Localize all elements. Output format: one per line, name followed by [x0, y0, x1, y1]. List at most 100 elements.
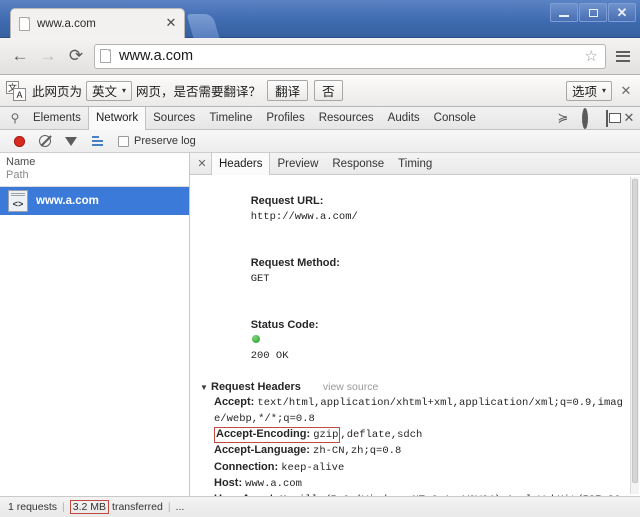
- reload-button[interactable]: ⟳: [62, 42, 90, 70]
- status-ok-icon: [251, 335, 260, 344]
- clear-icon: [39, 135, 51, 147]
- highlight-box: Accept-Encoding: gzip: [214, 427, 341, 444]
- header-request-url: Request URL: http://www.a.com/: [198, 179, 628, 241]
- browser-window: www.a.com ✕ ✕ ← → ⟳ www.a.com ☆ 文 A 此网页为…: [0, 0, 640, 517]
- tab-resources[interactable]: Resources: [312, 107, 381, 130]
- tab-elements[interactable]: Elements: [26, 107, 88, 130]
- detail-close-icon[interactable]: ✕: [193, 157, 211, 170]
- header-value: GET: [250, 273, 270, 286]
- gear-glyph: [582, 107, 588, 129]
- header-name: Status Code:: [250, 318, 319, 331]
- translate-close-icon[interactable]: ✕: [616, 83, 636, 99]
- maximize-button[interactable]: [579, 3, 607, 22]
- view-source-link[interactable]: view source: [323, 380, 378, 395]
- header-row: Accept-Encoding: gzip ,deflate,sdch: [198, 427, 628, 444]
- header-name: Request URL:: [250, 195, 324, 208]
- header-value: 200 OK: [250, 350, 289, 363]
- navigation-toolbar: ← → ⟳ www.a.com ☆: [0, 38, 640, 75]
- translate-prefix-text: 此网页为: [32, 85, 83, 99]
- headers-scrollbar[interactable]: [630, 177, 639, 494]
- dock-position-icon[interactable]: [596, 109, 618, 127]
- translate-options-label: 选项: [571, 85, 597, 99]
- tab-audits[interactable]: Audits: [381, 107, 427, 130]
- tab-close-icon[interactable]: ✕: [164, 16, 178, 31]
- request-list-row[interactable]: www.a.com: [0, 187, 189, 215]
- back-button[interactable]: ←: [6, 42, 34, 70]
- header-name: Host:: [214, 476, 243, 489]
- header-value-rest: ,deflate,sdch: [340, 429, 423, 442]
- section-title: Request Headers: [211, 380, 301, 393]
- chevron-down-icon: ▾: [122, 86, 127, 95]
- preserve-log-checkbox[interactable]: Preserve log: [118, 135, 196, 147]
- header-row: Connection: keep-alive: [198, 460, 628, 476]
- translate-suffix-text: 网页，是否需要翻译？: [136, 85, 262, 99]
- column-header-name[interactable]: Name: [6, 156, 183, 169]
- header-name: Connection:: [214, 460, 279, 473]
- minimize-button[interactable]: [550, 3, 578, 22]
- maximize-icon: [588, 8, 598, 17]
- address-bar-url: www.a.com: [119, 48, 194, 64]
- tab-title: www.a.com: [37, 17, 96, 30]
- new-tab-button[interactable]: [186, 14, 220, 38]
- devtools-body: Name Path www.a.com ✕ Headers Preview Re…: [0, 153, 640, 496]
- search-icon[interactable]: ⚲: [4, 111, 26, 125]
- page-info-icon: [100, 49, 111, 63]
- close-window-button[interactable]: ✕: [608, 3, 636, 22]
- request-headers-section[interactable]: ▼ Request Headers view source: [198, 380, 628, 395]
- transferred-label: transferred: [112, 501, 163, 513]
- view-list-button[interactable]: [84, 136, 110, 146]
- request-name: www.a.com: [36, 195, 99, 207]
- network-request-list: Name Path www.a.com: [0, 153, 190, 496]
- header-row: Accept: text/html,application/xhtml+xml,…: [198, 395, 628, 427]
- record-button[interactable]: [6, 135, 32, 147]
- dock-glyph: [606, 109, 608, 127]
- triangle-down-icon: ▼: [200, 382, 208, 392]
- tab-preview[interactable]: Preview: [270, 153, 325, 175]
- tab-sources[interactable]: Sources: [146, 107, 202, 130]
- tab-timeline[interactable]: Timeline: [202, 107, 259, 130]
- status-separator-1: |: [62, 501, 65, 513]
- decline-translate-button[interactable]: 否: [314, 80, 343, 101]
- header-row: Host: www.a.com: [198, 476, 628, 492]
- record-icon: [13, 135, 25, 147]
- request-headers-list: Accept: text/html,application/xhtml+xml,…: [198, 395, 628, 496]
- request-count: 1 requests: [8, 501, 58, 513]
- settings-gear-icon[interactable]: [574, 107, 596, 129]
- clear-button[interactable]: [32, 135, 58, 147]
- translate-button[interactable]: 翻译: [267, 80, 309, 101]
- column-header-path[interactable]: Path: [6, 169, 183, 182]
- tab-timing[interactable]: Timing: [391, 153, 439, 175]
- preserve-log-label: Preserve log: [134, 135, 196, 147]
- request-list-header: Name Path: [0, 153, 189, 187]
- network-status-bar: 1 requests | 3.2 MB transferred | ...: [0, 496, 640, 517]
- status-more: ...: [175, 501, 185, 513]
- headers-content: Request URL: http://www.a.com/ Request M…: [190, 175, 640, 496]
- bookmark-star-icon[interactable]: ☆: [585, 47, 598, 65]
- chrome-menu-icon[interactable]: [612, 50, 634, 62]
- address-bar[interactable]: www.a.com ☆: [94, 43, 606, 69]
- transferred-size: 3.2 MB: [69, 500, 110, 514]
- browser-tab[interactable]: www.a.com ✕: [10, 8, 185, 38]
- devtools-close-icon[interactable]: ✕: [618, 110, 640, 126]
- translate-icon: 文 A: [6, 80, 26, 101]
- tab-response[interactable]: Response: [325, 153, 391, 175]
- title-bar: www.a.com ✕ ✕: [0, 0, 640, 38]
- translate-options-dropdown[interactable]: 选项 ▾: [565, 80, 612, 101]
- console-drawer-icon[interactable]: ≽: [552, 110, 574, 126]
- scrollbar-thumb[interactable]: [632, 179, 638, 484]
- forward-button[interactable]: →: [34, 42, 62, 70]
- tab-console[interactable]: Console: [427, 107, 483, 130]
- tab-headers[interactable]: Headers: [211, 153, 271, 175]
- document-icon: [8, 190, 28, 212]
- source-language-dropdown[interactable]: 英文 ▾: [86, 80, 133, 101]
- filter-icon: [65, 136, 77, 146]
- devtools-panel: ⚲ Elements Network Sources Timeline Prof…: [0, 106, 640, 517]
- source-language-value: 英文: [92, 85, 118, 99]
- request-detail-tabs: ✕ Headers Preview Response Timing: [190, 153, 640, 175]
- tab-profiles[interactable]: Profiles: [259, 107, 311, 130]
- header-name: Accept:: [214, 395, 255, 408]
- devtools-tab-bar: ⚲ Elements Network Sources Timeline Prof…: [0, 106, 640, 130]
- network-toolbar: Preserve log: [0, 130, 640, 153]
- filter-button[interactable]: [58, 136, 84, 146]
- tab-network[interactable]: Network: [87, 106, 147, 130]
